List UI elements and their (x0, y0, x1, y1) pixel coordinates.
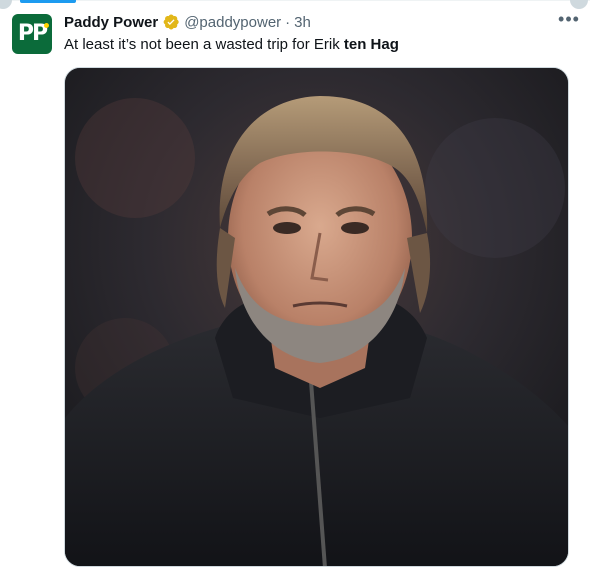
tweet[interactable]: PP Paddy Power @paddypower · 3h ••• At l… (0, 0, 590, 567)
more-options-icon[interactable]: ••• (558, 10, 580, 32)
avatar[interactable]: PP (12, 14, 52, 54)
tweet-text-bold: ten Hag (343, 36, 399, 53)
photo-icon (65, 68, 568, 566)
gold-verified-icon[interactable] (162, 13, 180, 31)
tweet-photo[interactable] (64, 67, 569, 567)
tweet-text-main: At least it’s not been a wasted trip for… (64, 36, 344, 53)
timestamp[interactable]: 3h (294, 14, 311, 31)
avatar-logo-dot (44, 23, 49, 28)
display-name[interactable]: Paddy Power (64, 14, 158, 31)
user-handle[interactable]: @paddypower (184, 14, 281, 31)
tweet-text: At least it’s not been a wasted trip for… (64, 35, 399, 55)
dot-separator: · (285, 13, 291, 31)
avatar-logo-text: PP (17, 21, 48, 46)
tweet-header: Paddy Power @paddypower · 3h (64, 12, 311, 32)
